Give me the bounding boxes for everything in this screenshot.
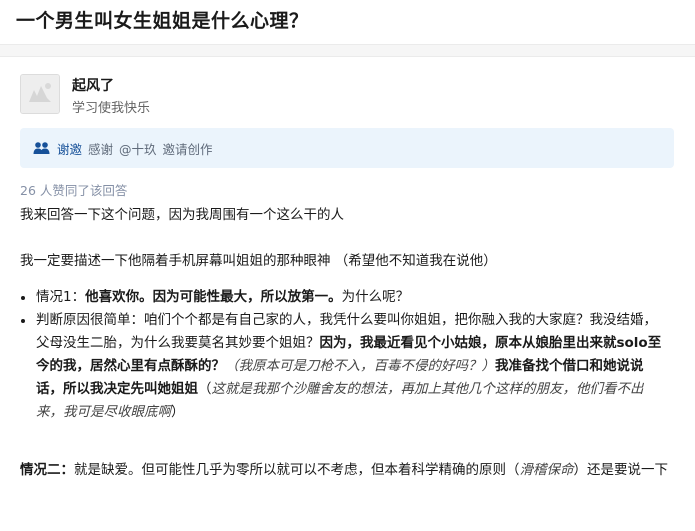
- author-name[interactable]: 起风了: [72, 75, 114, 95]
- case-2-tail: ）还是要说一下: [573, 462, 669, 478]
- answer-content: 我来回答一下这个问题，因为我周围有一个这么干的人 我一定要描述一下他隔着手机屏幕…: [20, 204, 670, 482]
- question-title[interactable]: 一个男生叫女生姐姐是什么心理？: [16, 6, 309, 33]
- avatar[interactable]: [20, 74, 60, 114]
- answer-card: 起风了 学习使我快乐 谢邀 感谢 @十玖 邀请创作 26 人赞同了该回答 我来回…: [0, 56, 695, 531]
- invited-by-mention[interactable]: @十玖: [119, 139, 157, 158]
- bullet-2-italic-1: （我原本可是刀枪不入，百毒不侵的好吗？）: [225, 358, 495, 374]
- people-icon: [33, 142, 50, 154]
- author-bio: 学习使我快乐: [72, 101, 151, 116]
- answer-paragraph-3: 情况二：就是缺爱。但可能性几乎为零所以就可以不考虑，但本着科学精确的原则（滑稽保…: [20, 459, 670, 482]
- bullet-1-bold: 他喜欢你。因为可能性最大，所以放第一。: [85, 289, 342, 305]
- answer-bullet-list: 情况1：他喜欢你。因为可能性最大，所以放第一。为什么呢？ 判断原因很简单：咱们个…: [20, 286, 670, 424]
- bullet-2-paren-open: （: [198, 381, 212, 397]
- question-header: 一个男生叫女生姐姐是什么心理？: [0, 0, 695, 45]
- case-2-text: 就是缺爱。但可能性几乎为零所以就可以不考虑，但本着科学精确的原则（: [74, 462, 520, 478]
- thanks-invite-label: 谢邀: [57, 141, 83, 157]
- bullet-1-lead: 情况1：: [36, 289, 86, 305]
- case-2-italic: 滑稽保命: [519, 462, 574, 478]
- list-item: 判断原因很简单：咱们个个都是有自己家的人，我凭什么要叫你姐姐，把你融入我的大家庭…: [20, 309, 670, 424]
- bullet-1-tail: 为什么呢？: [341, 289, 410, 305]
- list-item: 情况1：他喜欢你。因为可能性最大，所以放第一。为什么呢？: [20, 286, 670, 309]
- thanks-text: 感谢: [88, 141, 114, 157]
- avatar-image-icon: [21, 75, 59, 113]
- answer-paragraph-2: 我一定要描述一下他隔着手机屏幕叫姐姐的那种眼神 （希望他不知道我在说他）: [20, 253, 497, 269]
- case-2-lead: 情况二：: [20, 462, 74, 478]
- bullet-2-paren-close: ）: [171, 404, 185, 420]
- invite-thanks-banner: 谢邀 感谢 @十玖 邀请创作: [20, 128, 674, 168]
- invite-create-text: 邀请创作: [162, 141, 213, 157]
- answer-paragraph-1: 我来回答一下这个问题，因为我周围有一个这么干的人: [20, 207, 344, 223]
- vote-count[interactable]: 26 人赞同了该回答: [20, 180, 127, 199]
